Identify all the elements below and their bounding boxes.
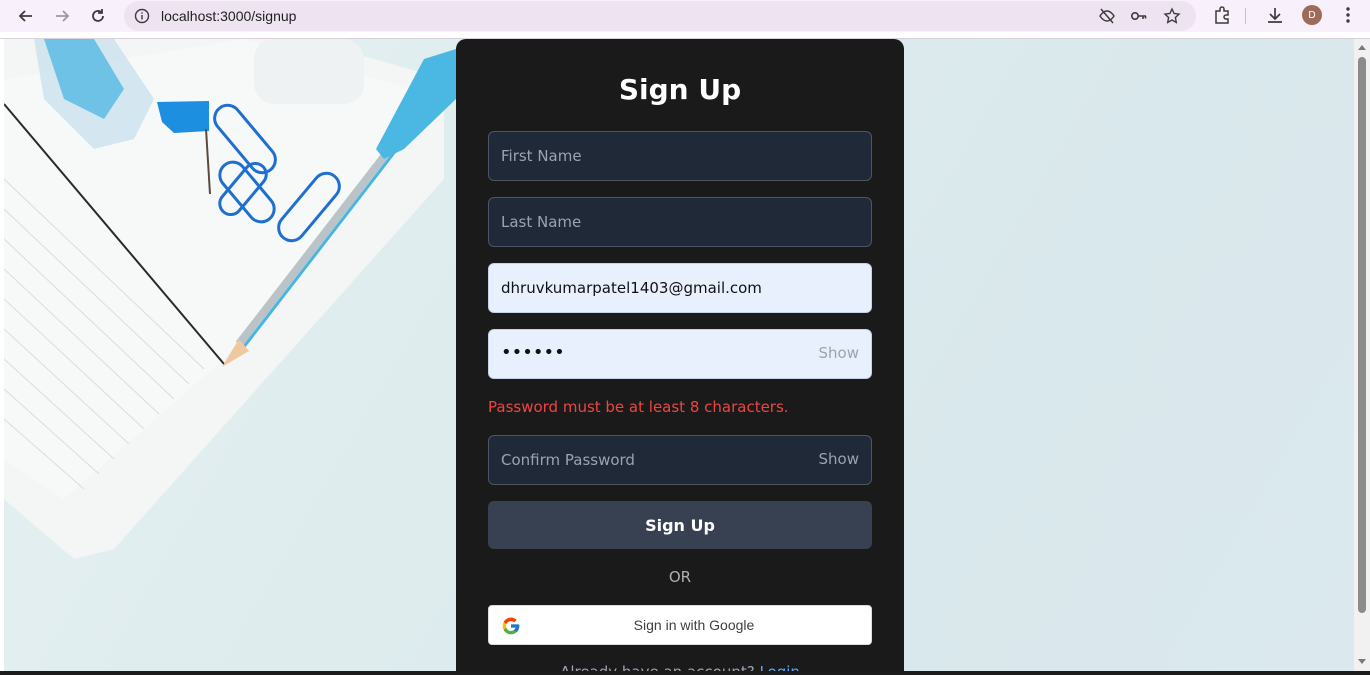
address-bar[interactable]: localhost:3000/signup (124, 1, 1196, 31)
login-prompt-text: Already have an account? (560, 663, 755, 671)
url-text[interactable]: localhost:3000/signup (161, 8, 296, 24)
scroll-down-arrow-icon[interactable] (1358, 659, 1366, 664)
page-viewport: Sign Up First Name Last Name dhruvkumarp… (4, 39, 1354, 671)
login-prompt: Already have an account? Login (456, 663, 904, 671)
google-signin-button[interactable]: Sign in with Google (488, 605, 872, 645)
password-value: •••••• (501, 342, 565, 363)
site-info-icon[interactable] (134, 8, 150, 24)
reload-icon (92, 9, 104, 22)
password-field[interactable]: •••••• Show (488, 329, 872, 379)
last-name-field[interactable]: Last Name (488, 197, 872, 247)
email-value: dhruvkumarpatel1403@gmail.com (501, 279, 762, 297)
confirm-password-show-toggle[interactable]: Show (819, 450, 859, 468)
password-error-message: Password must be at least 8 characters. (488, 398, 789, 416)
arrow-right-icon (56, 10, 70, 22)
toolbar-divider (1245, 8, 1246, 24)
back-button[interactable] (14, 4, 38, 28)
first-name-placeholder: First Name (501, 147, 582, 165)
browser-toolbar: localhost:3000/signup D (0, 0, 1370, 32)
arrow-left-icon (18, 10, 32, 22)
scrollbar-thumb[interactable] (1358, 57, 1366, 613)
reload-button[interactable] (86, 4, 110, 28)
or-divider: OR (668, 568, 692, 586)
star-icon[interactable] (1163, 7, 1181, 25)
page-scrollbar[interactable] (1354, 39, 1370, 671)
download-icon[interactable] (1265, 5, 1285, 25)
login-link[interactable]: Login (759, 663, 799, 671)
first-name-field[interactable]: First Name (488, 131, 872, 181)
last-name-placeholder: Last Name (501, 213, 582, 231)
signup-button[interactable]: Sign Up (488, 501, 872, 549)
key-icon[interactable] (1130, 7, 1148, 25)
forward-button[interactable] (50, 4, 74, 28)
profile-avatar[interactable]: D (1302, 5, 1322, 25)
signup-card: Sign Up First Name Last Name dhruvkumarp… (456, 39, 904, 671)
password-show-toggle[interactable]: Show (819, 344, 859, 362)
eye-off-icon[interactable] (1098, 7, 1116, 25)
google-signin-label: Sign in with Google (633, 617, 755, 633)
page-title: Sign Up (618, 73, 742, 106)
more-menu-icon[interactable] (1340, 5, 1356, 25)
window-bottom-edge (0, 671, 1370, 675)
extensions-icon[interactable] (1212, 5, 1232, 25)
email-field[interactable]: dhruvkumarpatel1403@gmail.com (488, 263, 872, 313)
confirm-password-placeholder: Confirm Password (501, 451, 635, 469)
scroll-up-arrow-icon[interactable] (1358, 45, 1366, 50)
confirm-password-field[interactable]: Confirm Password Show (488, 435, 872, 485)
